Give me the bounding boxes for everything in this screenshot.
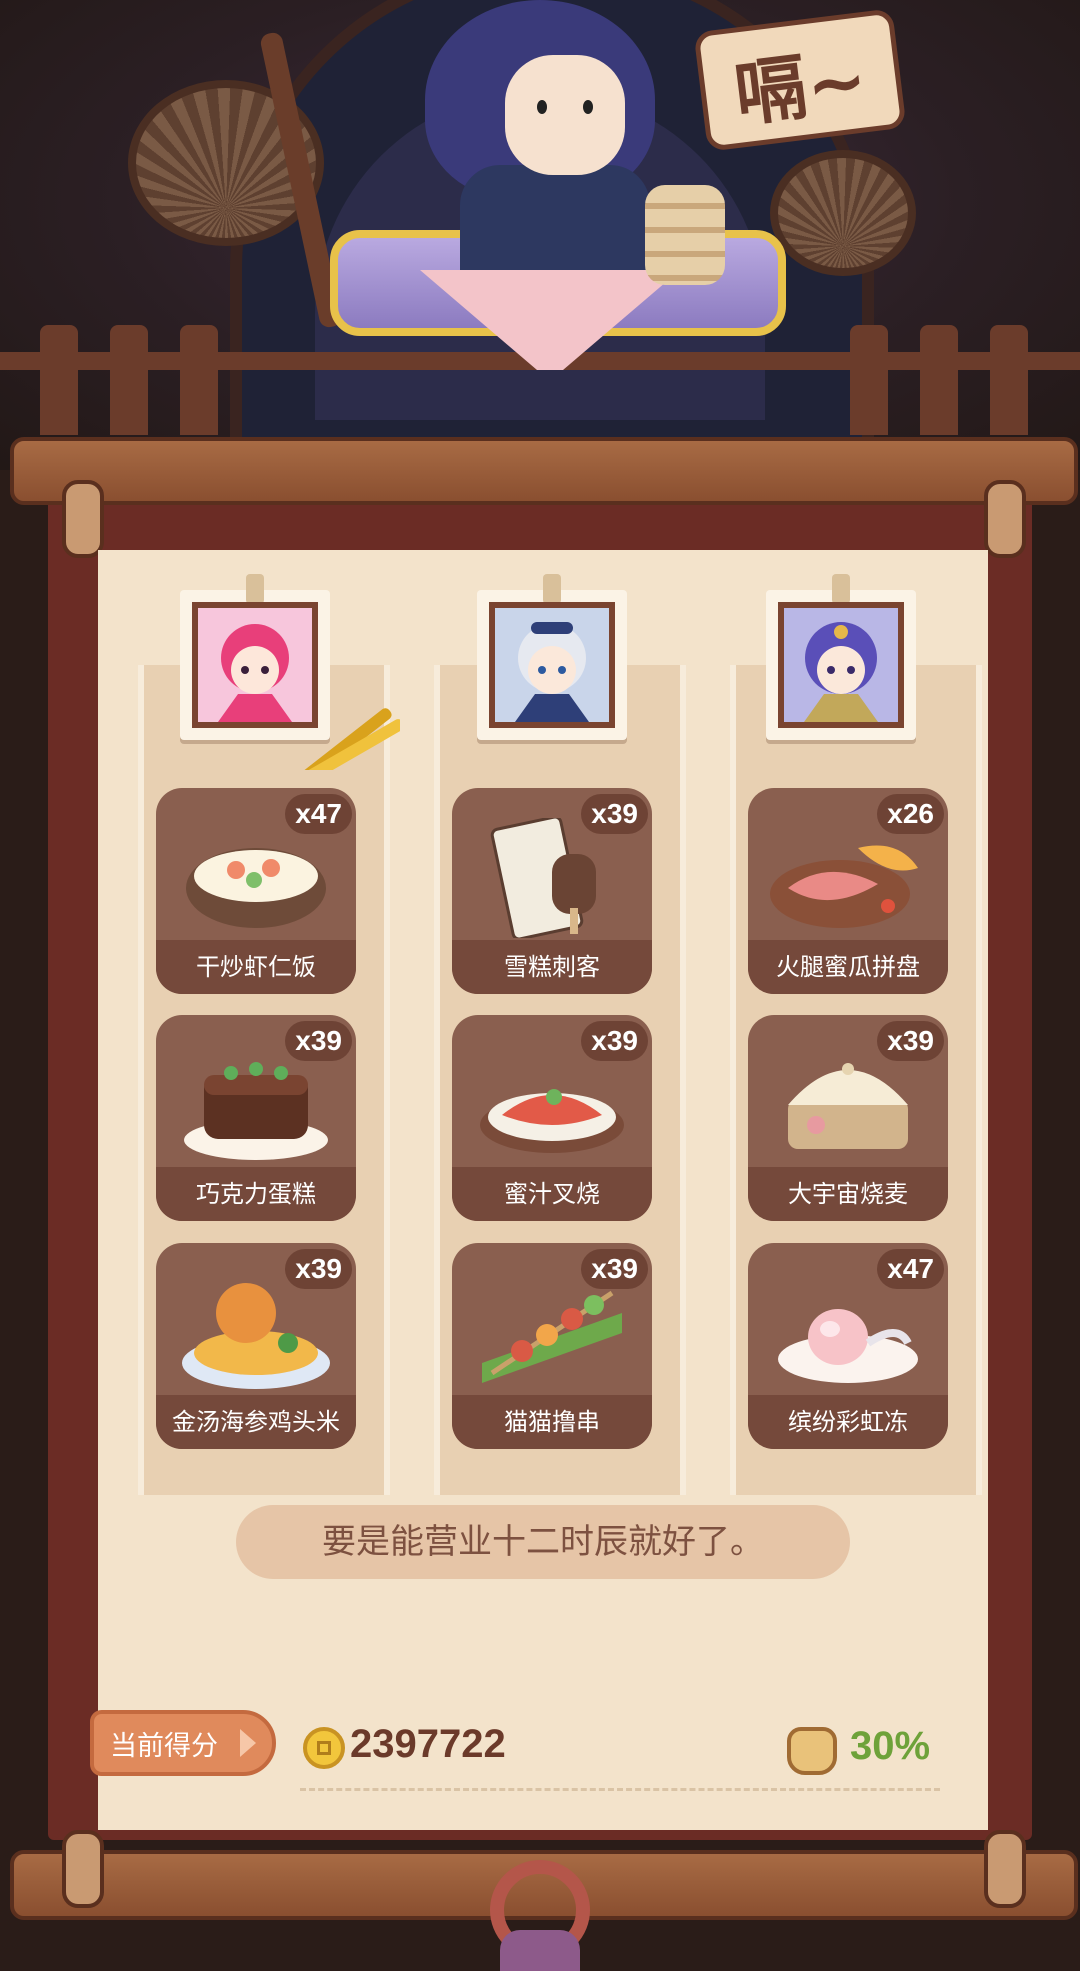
character-face xyxy=(505,55,625,175)
dish-count: x39 xyxy=(877,1021,944,1061)
gold-coin-icon xyxy=(303,1727,345,1769)
dish-card[interactable]: x47 缤纷彩虹冻 xyxy=(748,1243,948,1449)
play-arrow-icon xyxy=(240,1729,256,1757)
current-score-label: 当前得分 xyxy=(110,1731,218,1762)
dish-count: x39 xyxy=(285,1021,352,1061)
dish-name: 干炒虾仁饭 xyxy=(156,940,356,994)
rod-knob xyxy=(62,480,104,558)
chocolate-cake-icon xyxy=(184,1062,328,1160)
dish-card[interactable]: x39 大宇宙烧麦 xyxy=(748,1015,948,1221)
fence-post xyxy=(180,325,218,435)
dish-name: 大宇宙烧麦 xyxy=(748,1167,948,1221)
tassel xyxy=(500,1930,580,1971)
dish-count: x26 xyxy=(877,794,944,834)
dish-card[interactable]: x39 雪糕刺客 xyxy=(452,788,652,994)
dish-name: 缤纷彩虹冻 xyxy=(748,1395,948,1449)
portrait-clip xyxy=(543,574,561,604)
rod-knob xyxy=(62,1830,104,1908)
shrimp-fried-rice-icon xyxy=(186,848,326,928)
fence-post xyxy=(920,325,958,435)
rod-knob xyxy=(984,480,1026,558)
dish-card[interactable]: x39 金汤海参鸡头米 xyxy=(156,1243,356,1449)
rainbow-jelly-icon xyxy=(778,1309,918,1383)
silver-hair-character-portrait xyxy=(489,602,615,728)
dish-count: x39 xyxy=(581,794,648,834)
ice-cream-assassin-icon xyxy=(490,818,596,938)
fence-post xyxy=(110,325,148,435)
dish-count: x47 xyxy=(877,1249,944,1289)
character-dialogue: 要是能营业十二时辰就好了。 xyxy=(236,1505,850,1579)
dish-name: 雪糕刺客 xyxy=(452,940,652,994)
honey-char-siu-icon xyxy=(480,1089,624,1153)
portrait-frame-2[interactable] xyxy=(477,574,627,740)
game-scene: 嗝~ x47 干炒虾仁饭 x39 巧克力蛋糕 x39 金汤海参鸡头米 x39 雪… xyxy=(0,0,1080,1971)
money-bag-icon xyxy=(787,1727,837,1775)
portrait-clip xyxy=(832,574,850,604)
character-body xyxy=(460,165,650,285)
dish-card[interactable]: x39 猫猫撸串 xyxy=(452,1243,652,1449)
golden-soup-sea-cucumber-icon xyxy=(182,1283,330,1389)
dish-card[interactable]: x47 干炒虾仁饭 xyxy=(156,788,356,994)
fence-post xyxy=(40,325,78,435)
dish-card[interactable]: x39 巧克力蛋糕 xyxy=(156,1015,356,1221)
score-value: 2397722 xyxy=(350,1722,506,1766)
dish-name: 火腿蜜瓜拼盘 xyxy=(748,940,948,994)
portrait-frame-3[interactable] xyxy=(766,574,916,740)
rod-knob xyxy=(984,1830,1026,1908)
dish-count: x39 xyxy=(581,1249,648,1289)
dish-name: 巧克力蛋糕 xyxy=(156,1167,356,1221)
cat-skewers-icon xyxy=(482,1290,622,1383)
character-eye xyxy=(537,100,547,114)
paper-fan-right xyxy=(770,150,916,276)
scroll-rod-top xyxy=(10,437,1078,505)
fence-post xyxy=(850,325,888,435)
ham-melon-platter-icon xyxy=(770,845,918,928)
dish-count: x39 xyxy=(285,1249,352,1289)
dish-name: 猫猫撸串 xyxy=(452,1395,652,1449)
speech-sign-text: 嗝~ xyxy=(729,36,872,137)
stacked-bowls xyxy=(645,185,725,285)
portrait-clip xyxy=(246,574,264,604)
dish-card[interactable]: x26 火腿蜜瓜拼盘 xyxy=(748,788,948,994)
dish-count: x39 xyxy=(581,1021,648,1061)
big-universe-shumai-icon xyxy=(788,1063,908,1149)
purple-hair-character-portrait xyxy=(778,602,904,728)
dish-count: x47 xyxy=(285,794,352,834)
dish-name: 蜜汁叉烧 xyxy=(452,1167,652,1221)
chopsticks-icon xyxy=(301,708,400,770)
character-eye xyxy=(583,100,593,114)
divider xyxy=(300,1788,940,1791)
bonus-percent: 30% xyxy=(850,1724,931,1768)
dish-card[interactable]: x39 蜜汁叉烧 xyxy=(452,1015,652,1221)
speech-sign: 嗝~ xyxy=(693,8,907,152)
fence-post xyxy=(990,325,1028,435)
dish-name: 金汤海参鸡头米 xyxy=(156,1395,356,1449)
